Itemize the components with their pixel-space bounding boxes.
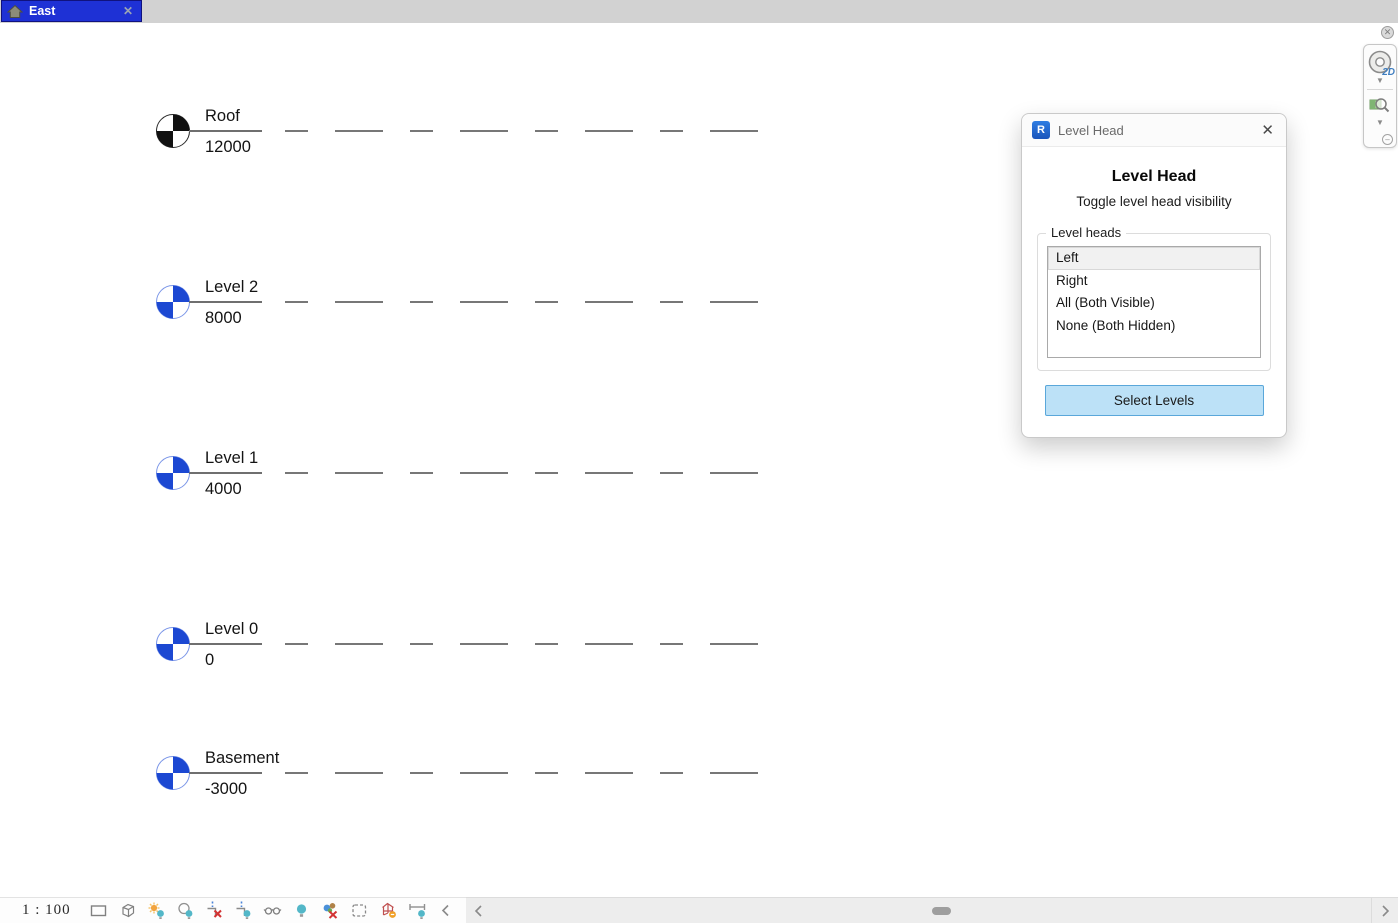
dialog-titlebar[interactable]: R Level Head ✕ <box>1022 114 1286 147</box>
level-line-dashed[interactable] <box>285 130 785 132</box>
level-line-dashed[interactable] <box>285 772 785 774</box>
level-line-dashed[interactable] <box>285 643 785 645</box>
level-elevation[interactable]: 4000 <box>205 479 242 499</box>
dialog-heading: Level Head <box>1022 168 1286 186</box>
tab-close-icon[interactable]: ✕ <box>123 4 133 18</box>
view-control-bar: 1 : 100 <box>0 898 466 923</box>
reveal-constraints-button[interactable] <box>408 901 427 920</box>
analytical-model-button[interactable] <box>379 901 398 920</box>
sun-path-button[interactable] <box>147 901 166 920</box>
dialog-close-icon[interactable]: ✕ <box>1259 121 1276 139</box>
revit-app-icon: R <box>1032 121 1050 139</box>
crop-view-button[interactable] <box>205 901 224 920</box>
level-elevation[interactable]: 12000 <box>205 137 251 157</box>
level-name[interactable]: Roof <box>205 106 240 126</box>
dialog-subtitle: Toggle level head visibility <box>1022 194 1286 209</box>
chevron-left-icon <box>473 904 485 918</box>
revit-drawing-area: East ✕ Roof 12000 Level 2 8000 L <box>0 0 1398 923</box>
level-name[interactable]: Level 2 <box>205 277 258 297</box>
level-name[interactable]: Basement <box>205 748 279 768</box>
level-line-dashed[interactable] <box>285 301 785 303</box>
reveal-constraints-icon <box>408 901 427 920</box>
bottom-bar: 1 : 100 <box>0 897 1398 923</box>
crop-view-icon <box>205 901 224 920</box>
worksharing-display-button[interactable] <box>321 901 340 920</box>
list-item-none[interactable]: None (Both Hidden) <box>1048 315 1260 338</box>
navbar-collapse-icon[interactable]: ✕ <box>1381 26 1394 39</box>
view-tab-title: East <box>29 4 117 18</box>
list-item-right[interactable]: Right <box>1048 270 1260 293</box>
navigation-bar: 2D ▼ ▼ – <box>1363 44 1397 148</box>
vcb-collapse-button[interactable] <box>437 901 456 920</box>
level-heads-groupbox: Level heads Left Right All (Both Visible… <box>1037 233 1271 371</box>
reveal-hidden-elements-button[interactable] <box>263 901 282 920</box>
scroll-right-icon[interactable] <box>1371 898 1398 923</box>
visual-style-button[interactable] <box>118 901 137 920</box>
analytical-model-icon <box>379 901 398 920</box>
shadows-button[interactable] <box>176 901 195 920</box>
visual-style-icon <box>118 901 137 920</box>
level-head-icon[interactable] <box>155 455 191 491</box>
level-head-icon[interactable] <box>155 755 191 791</box>
level-heads-listbox[interactable]: Left Right All (Both Visible) None (Both… <box>1047 246 1261 358</box>
navbar-options-icon[interactable]: – <box>1382 134 1393 145</box>
level-head-dialog: R Level Head ✕ Level Head Toggle level h… <box>1021 113 1287 438</box>
detail-level-icon <box>89 901 108 920</box>
elevation-view-icon <box>7 4 23 19</box>
zoom-dropdown-icon[interactable]: ▼ <box>1376 119 1384 127</box>
level-line-dashed[interactable] <box>285 472 785 474</box>
select-levels-button[interactable]: Select Levels <box>1045 385 1264 416</box>
wheel-2d-label: 2D <box>1382 67 1395 78</box>
scroll-left-icon[interactable] <box>468 898 490 923</box>
temporary-view-properties-button[interactable] <box>350 901 369 920</box>
level-elevation[interactable]: 0 <box>205 650 214 670</box>
level-head-icon[interactable] <box>155 113 191 149</box>
temporary-view-properties-icon <box>350 901 369 920</box>
navbar-divider <box>1367 89 1393 90</box>
show-crop-region-button[interactable] <box>234 901 253 920</box>
dialog-title: Level Head <box>1058 123 1259 138</box>
level-name[interactable]: Level 1 <box>205 448 258 468</box>
level-elevation[interactable]: -3000 <box>205 779 247 799</box>
level-name[interactable]: Level 0 <box>205 619 258 639</box>
level-line-solid[interactable] <box>189 301 262 303</box>
level-line-solid[interactable] <box>189 130 262 132</box>
horizontal-scrollbar[interactable] <box>466 897 1398 923</box>
scrollbar-thumb[interactable] <box>932 907 951 915</box>
level-line-solid[interactable] <box>189 472 262 474</box>
groupbox-label: Level heads <box>1046 225 1126 240</box>
view-tab-east[interactable]: East ✕ <box>1 0 142 22</box>
level-head-icon[interactable] <box>155 626 191 662</box>
reveal-hidden-elements-icon <box>263 901 282 920</box>
scale-button[interactable]: 1 : 100 <box>22 902 71 919</box>
temporary-hide-isolate-icon <box>292 901 311 920</box>
level-line-solid[interactable] <box>189 772 262 774</box>
collapse-chevron-icon <box>437 901 456 920</box>
level-line-solid[interactable] <box>189 643 262 645</box>
chevron-right-icon <box>1379 904 1391 918</box>
list-item-left[interactable]: Left <box>1048 247 1260 270</box>
temporary-hide-isolate-button[interactable] <box>292 901 311 920</box>
level-head-icon[interactable] <box>155 284 191 320</box>
show-crop-region-icon <box>234 901 253 920</box>
view-tab-strip: East ✕ <box>0 0 1398 23</box>
level-elevation[interactable]: 8000 <box>205 308 242 328</box>
steering-wheel-button[interactable]: 2D <box>1367 49 1393 75</box>
shadows-icon <box>176 901 195 920</box>
wheel-dropdown-icon[interactable]: ▼ <box>1376 77 1384 85</box>
sun-path-icon <box>147 901 166 920</box>
worksharing-display-icon <box>321 901 340 920</box>
zoom-icon[interactable] <box>1368 93 1392 117</box>
detail-level-button[interactable] <box>89 901 108 920</box>
list-item-all[interactable]: All (Both Visible) <box>1048 292 1260 315</box>
